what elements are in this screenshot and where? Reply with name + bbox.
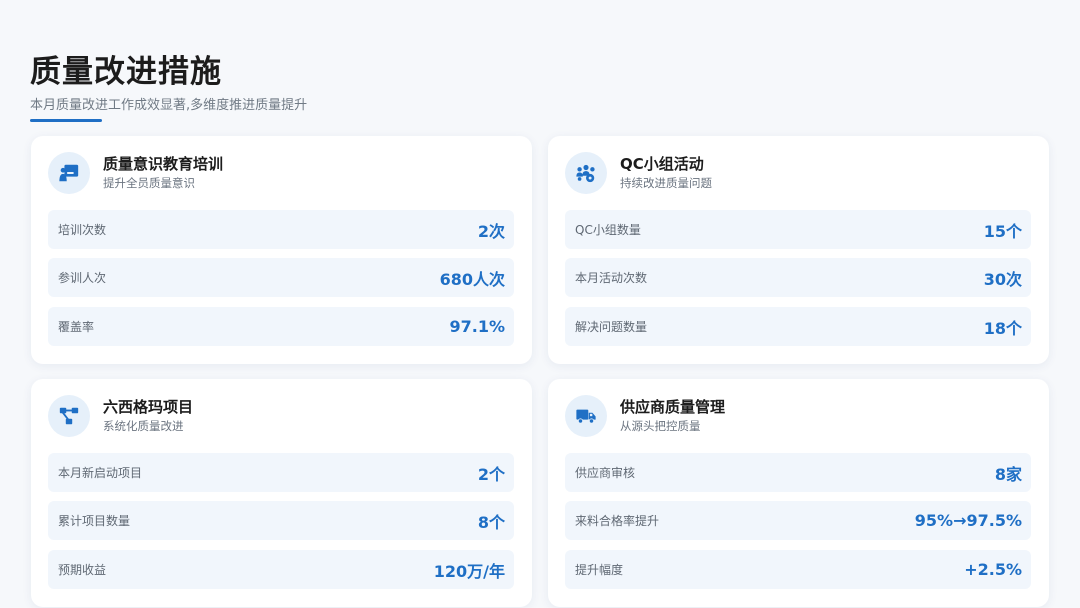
card-subtitle: 提升全员质量意识 [103, 176, 195, 190]
metric-row: 提升幅度 +2.5% [565, 550, 1031, 589]
truck-icon [565, 395, 607, 437]
metric-row: 培训次数 2次 [48, 210, 514, 249]
metric-row: 参训人次 680人次 [48, 258, 514, 297]
metric-value: 8个 [477, 512, 505, 532]
users-gear-icon [565, 152, 607, 194]
card-header: 供应商质量管理 从源头把控质量 [565, 395, 725, 437]
card-title: 质量意识教育培训 [103, 155, 224, 173]
metric-label: 预期收益 [58, 563, 107, 577]
card-training: 质量意识教育培训 提升全员质量意识 培训次数 2次 参训人次 680人次 覆盖率… [31, 136, 532, 364]
metric-row: 解决问题数量 18个 [565, 307, 1031, 346]
metric-row: 累计项目数量 8个 [48, 501, 514, 540]
card-header: QC小组活动 持续改进质量问题 [565, 152, 712, 194]
metric-row: 预期收益 120万/年 [48, 550, 514, 589]
presentation-board-icon [48, 152, 90, 194]
metric-label: 本月活动次数 [575, 271, 648, 285]
metric-label: 本月新启动项目 [58, 466, 143, 480]
metric-value: 15个 [983, 221, 1022, 241]
card-header: 质量意识教育培训 提升全员质量意识 [48, 152, 223, 194]
title-underline [30, 119, 102, 122]
metric-value: 97.1% [449, 317, 505, 336]
metric-row: 本月活动次数 30次 [565, 258, 1031, 297]
card-title: QC小组活动 [620, 155, 704, 173]
card-supplier-quality: 供应商质量管理 从源头把控质量 供应商审核 8家 来料合格率提升 95%→97.… [548, 379, 1049, 607]
metric-value: 120万/年 [433, 561, 505, 581]
metric-value: 8家 [994, 464, 1022, 484]
metric-row: QC小组数量 15个 [565, 210, 1031, 249]
slide: 质量改进措施 本月质量改进工作成效显著,多维度推进质量提升 质量意识教育培训 提… [0, 0, 1080, 608]
metric-row: 来料合格率提升 95%→97.5% [565, 501, 1031, 540]
card-header: 六西格玛项目 系统化质量改进 [48, 395, 193, 437]
metric-value: 95%→97.5% [914, 511, 1022, 530]
project-diagram-icon [48, 395, 90, 437]
metric-value: 2个 [477, 464, 505, 484]
card-title: 六西格玛项目 [103, 398, 194, 416]
page-title: 质量改进措施 [30, 54, 222, 90]
metric-value: 2次 [477, 221, 505, 241]
card-title: 供应商质量管理 [620, 398, 726, 416]
metric-value: 680人次 [439, 269, 505, 289]
metric-label: 供应商审核 [575, 466, 636, 480]
metric-value: 18个 [983, 318, 1022, 338]
metric-label: 解决问题数量 [575, 320, 648, 334]
metric-label: 覆盖率 [58, 320, 95, 334]
metric-value: +2.5% [964, 560, 1022, 579]
metric-label: 培训次数 [58, 223, 107, 237]
metric-row: 覆盖率 97.1% [48, 307, 514, 346]
card-subtitle: 持续改进质量问题 [620, 176, 712, 190]
metric-label: 参训人次 [58, 271, 107, 285]
metric-label: 提升幅度 [575, 563, 624, 577]
metric-label: QC小组数量 [575, 223, 641, 237]
metric-row: 本月新启动项目 2个 [48, 453, 514, 492]
metric-label: 累计项目数量 [58, 514, 131, 528]
metric-label: 来料合格率提升 [575, 514, 660, 528]
card-six-sigma: 六西格玛项目 系统化质量改进 本月新启动项目 2个 累计项目数量 8个 预期收益… [31, 379, 532, 607]
page-subtitle: 本月质量改进工作成效显著,多维度推进质量提升 [30, 98, 308, 113]
card-subtitle: 系统化质量改进 [103, 419, 184, 433]
metric-row: 供应商审核 8家 [565, 453, 1031, 492]
card-subtitle: 从源头把控质量 [620, 419, 701, 433]
metric-value: 30次 [983, 269, 1022, 289]
card-qc-group: QC小组活动 持续改进质量问题 QC小组数量 15个 本月活动次数 30次 解决… [548, 136, 1049, 364]
